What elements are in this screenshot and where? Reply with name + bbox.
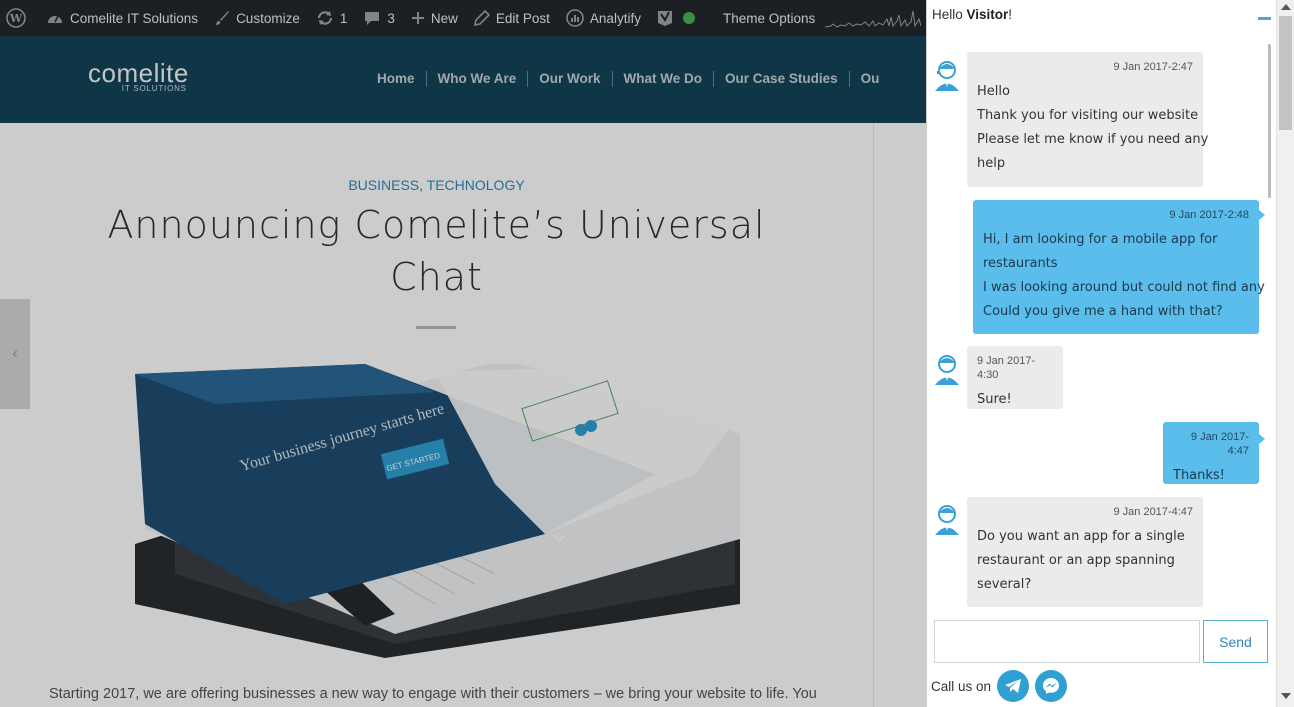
message-timestamp: 9 Jan 2017-4:30	[977, 355, 1036, 381]
chat-messages-scrollbar[interactable]	[1268, 44, 1271, 198]
greeting-prefix: Hello	[932, 7, 963, 22]
page-dim-overlay	[0, 0, 926, 707]
chat-message-visitor: 9 Jan 2017-2:48 Hi, I am looking for a m…	[973, 200, 1265, 334]
message-timestamp: 9 Jan 2017-4:47	[1190, 431, 1249, 457]
message-timestamp: 9 Jan 2017-2:47	[1113, 61, 1193, 73]
bubble-tail	[1259, 210, 1265, 220]
greeting-name: Visitor	[966, 7, 1009, 22]
message-timestamp: 9 Jan 2017-4:47	[1113, 506, 1193, 518]
agent-avatar-icon	[935, 61, 959, 91]
chat-greeting: Hello Visitor!	[932, 7, 1012, 22]
chat-message-agent: 9 Jan 2017-4:47 Do you want an app for a…	[967, 497, 1203, 607]
chat-message-visitor: 9 Jan 2017-4:47 Thanks!	[1163, 422, 1259, 484]
agent-avatar-icon	[935, 505, 959, 535]
page-scrollbar[interactable]	[1276, 0, 1294, 707]
telegram-icon[interactable]	[997, 670, 1030, 702]
message-line: Hello	[977, 84, 1010, 99]
chat-widget: Hello Visitor! 9 Jan 2017-2:47 Hello Tha…	[926, 0, 1294, 707]
message-line: Sure!	[977, 392, 1012, 407]
message-line: Thanks!	[1173, 468, 1225, 483]
send-button[interactable]: Send	[1203, 620, 1268, 663]
message-timestamp: 9 Jan 2017-2:48	[1169, 209, 1249, 221]
chat-message-agent: 9 Jan 2017-2:47 Hello Thank you for visi…	[967, 52, 1209, 187]
greeting-suffix: !	[1008, 7, 1013, 22]
chat-message-input[interactable]	[934, 620, 1200, 663]
message-line: Please let me know if you need any	[977, 132, 1209, 147]
message-line: Thank you for visiting our website	[977, 108, 1199, 123]
message-line: Do you want an app for a single	[977, 529, 1185, 544]
message-line: I was looking around but could not find …	[983, 280, 1265, 295]
scroll-down-icon[interactable]	[1281, 693, 1291, 699]
message-line: help	[977, 156, 1006, 171]
call-us-row: Call us on	[931, 670, 1073, 702]
message-line: restaurant or an app spanning	[977, 553, 1175, 568]
messenger-icon[interactable]	[1035, 670, 1068, 702]
call-us-label: Call us on	[931, 678, 992, 694]
message-line: restaurants	[983, 256, 1058, 271]
message-line: Hi, I am looking for a mobile app for	[983, 232, 1218, 247]
scroll-thumb[interactable]	[1279, 16, 1292, 130]
scroll-up-icon[interactable]	[1281, 4, 1291, 10]
message-line: Could you give me a hand with that?	[983, 304, 1223, 319]
message-line: several?	[977, 577, 1032, 592]
chat-message-agent: 9 Jan 2017-4:30 Sure!	[967, 346, 1063, 409]
bubble-tail	[1259, 434, 1265, 444]
agent-avatar-icon	[935, 355, 959, 385]
minimize-chat-button[interactable]	[1258, 17, 1271, 20]
